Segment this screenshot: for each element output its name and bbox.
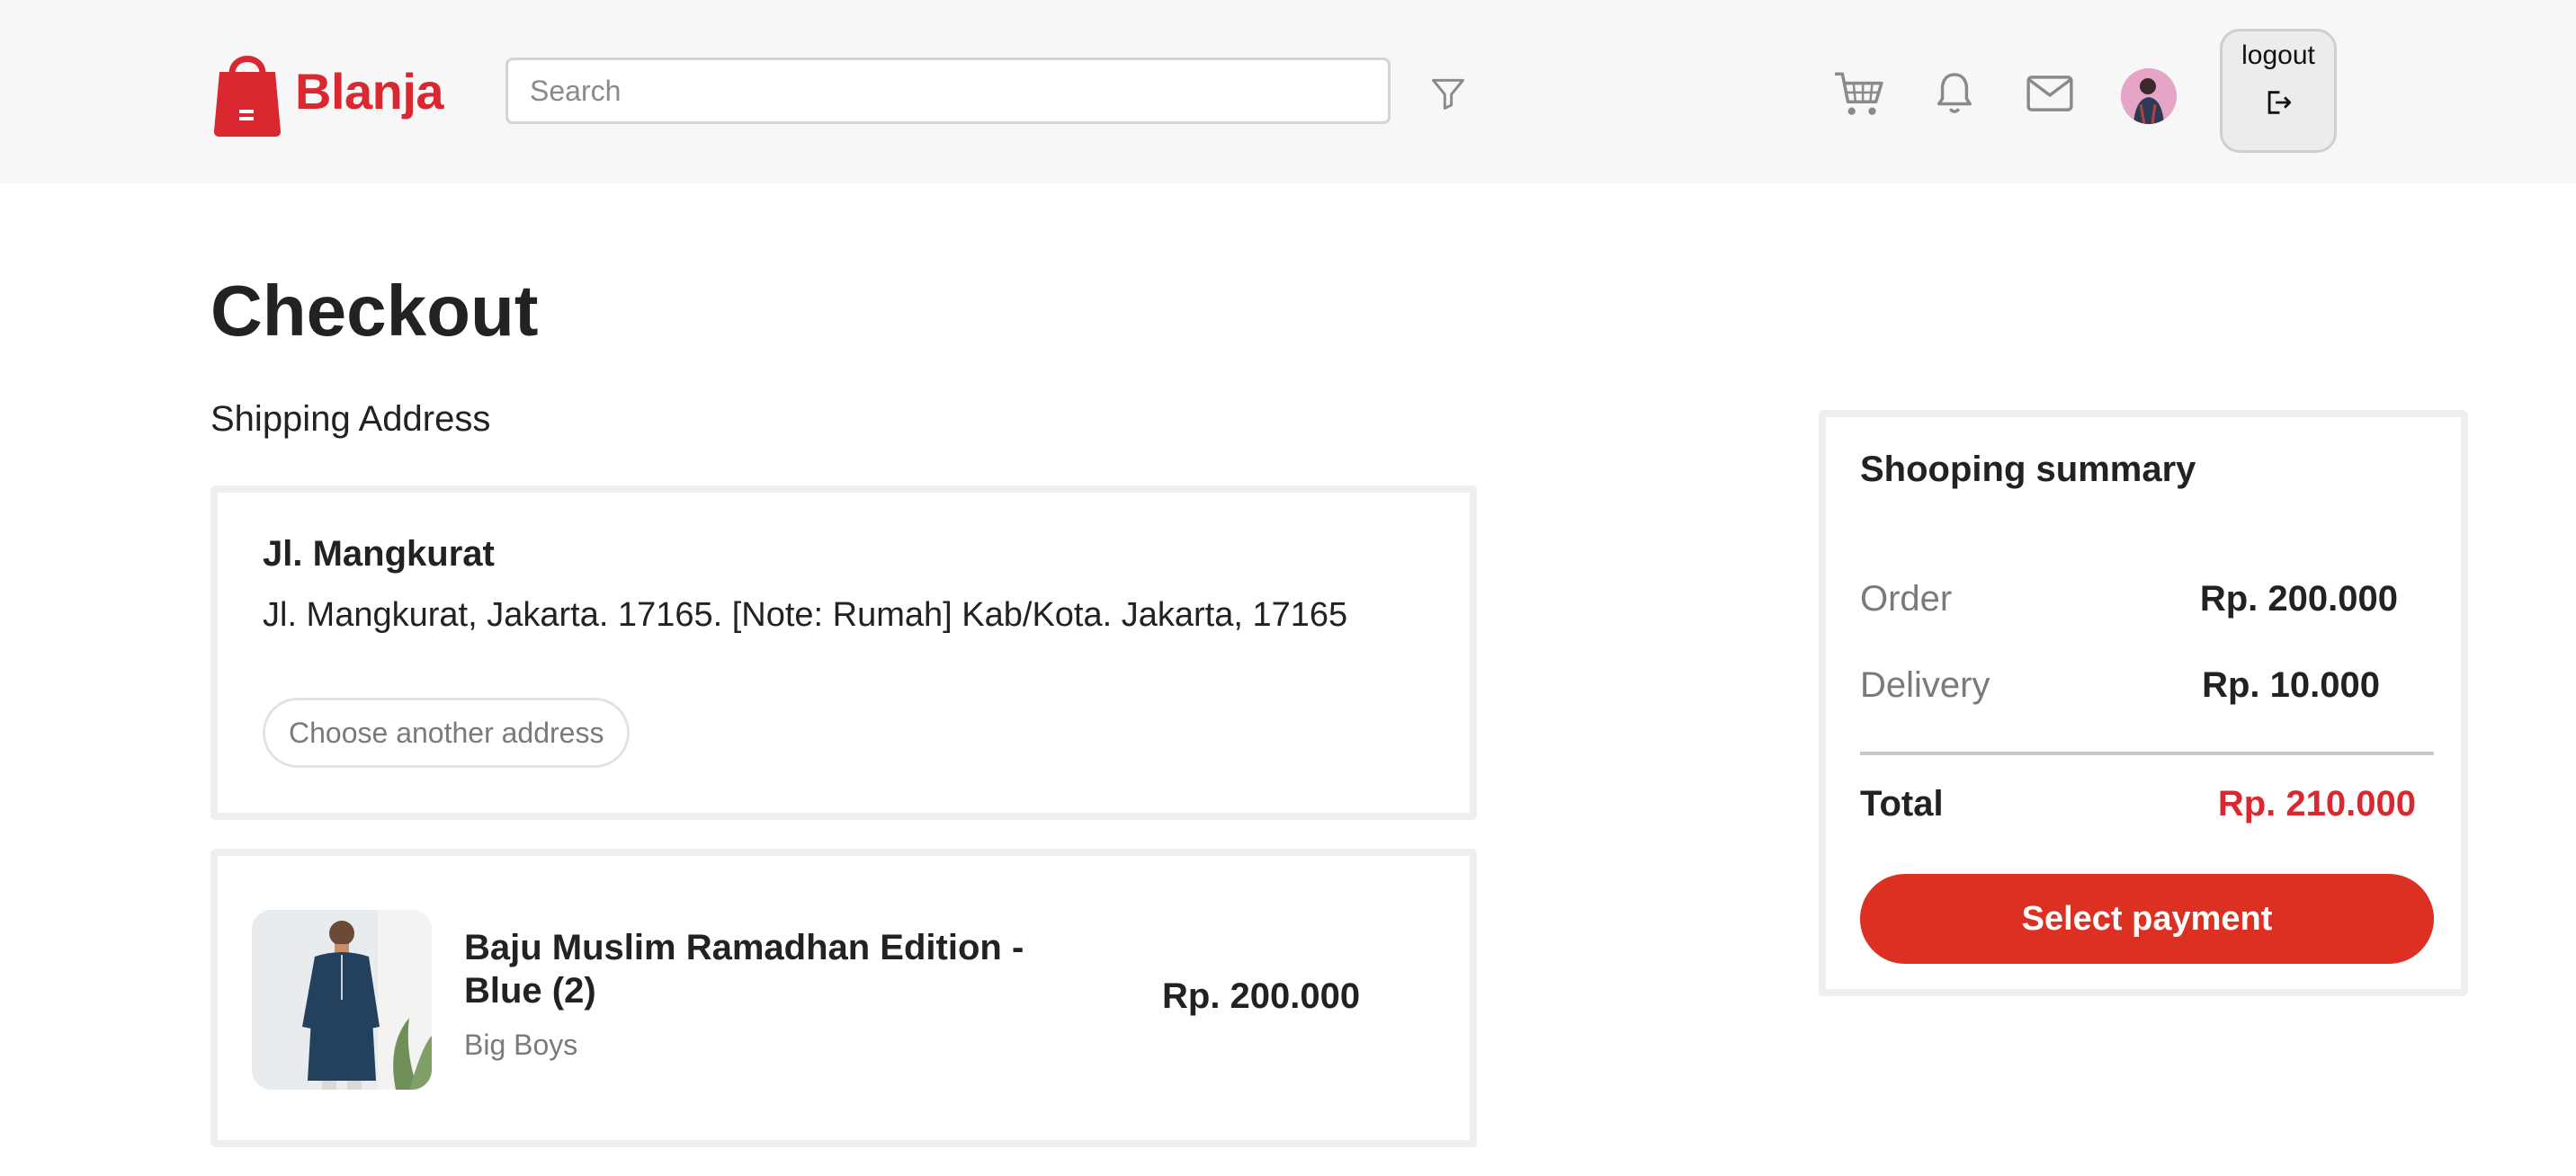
product-image	[252, 910, 432, 1090]
mail-icon	[2026, 76, 2073, 111]
shopping-bag-icon	[214, 56, 281, 137]
shopping-summary-card: Shooping summary Order Rp. 200.000 Deliv…	[1819, 410, 2468, 996]
address-name: Jl. Mangkurat	[263, 534, 495, 574]
product-card: Baju Muslim Ramadhan Edition - Blue (2) …	[210, 849, 1477, 1147]
logout-label: logout	[2241, 40, 2315, 70]
messages-button[interactable]	[2024, 72, 2076, 115]
brand-name: Blanja	[295, 62, 444, 120]
user-avatar[interactable]	[2121, 68, 2177, 124]
bell-icon	[1937, 73, 1972, 113]
shipping-address-card: Jl. Mangkurat Jl. Mangkurat, Jakarta. 17…	[210, 486, 1477, 820]
search-input[interactable]	[508, 60, 1388, 121]
shipping-address-heading: Shipping Address	[210, 399, 491, 439]
choose-another-address-button[interactable]: Choose another address	[263, 698, 631, 768]
notifications-button[interactable]	[1930, 67, 1979, 120]
brand-logo[interactable]: Blanja	[212, 43, 444, 138]
summary-divider	[1860, 752, 2434, 755]
order-value: Rp. 200.000	[2199, 579, 2398, 619]
address-detail: Jl. Mangkurat, Jakarta. 17165. [Note: Ru…	[263, 596, 1348, 634]
summary-title: Shooping summary	[1860, 450, 2196, 489]
select-payment-button[interactable]: Select payment	[1860, 874, 2434, 964]
avatar-image	[2121, 68, 2177, 124]
total-label: Total	[1860, 784, 1944, 824]
top-navbar: Blanja Search logout	[0, 0, 2576, 183]
delivery-label: Delivery	[1860, 665, 1990, 705]
cart-icon	[1835, 72, 1883, 115]
filter-icon	[1432, 78, 1464, 110]
page-title: Checkout	[210, 271, 539, 351]
product-photo	[252, 910, 432, 1090]
filter-button[interactable]	[1425, 70, 1471, 117]
delivery-value: Rp. 10.000	[2202, 665, 2380, 705]
product-price: Rp. 200.000	[1162, 976, 1361, 1016]
search-box	[505, 58, 1391, 124]
logout-button[interactable]: logout	[2220, 29, 2337, 153]
order-label: Order	[1860, 579, 1953, 619]
total-value: Rp. 210.000	[2217, 784, 2416, 824]
product-store: Big Boys	[464, 1029, 578, 1061]
product-name: Baju Muslim Ramadhan Edition - Blue (2)	[464, 928, 1024, 1011]
cart-button[interactable]	[1831, 68, 1887, 120]
logout-icon	[2267, 91, 2292, 114]
